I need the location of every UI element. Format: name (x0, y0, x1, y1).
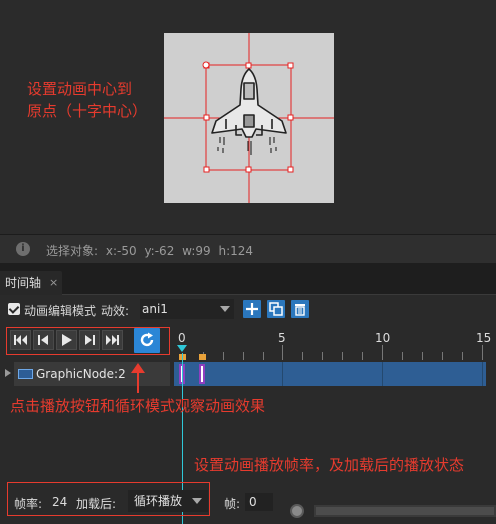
add-icon (246, 303, 258, 315)
ruler-tick (223, 352, 224, 360)
ruler-tick (462, 352, 463, 360)
ruler-label-10: 10 (375, 331, 391, 345)
delete-animation-button[interactable] (291, 300, 309, 318)
ruler-tick (402, 352, 403, 360)
selection-x: x:-50 (105, 244, 137, 258)
timeline-panel: 动画编辑模式 动效: ani1 0 5 10 15 GraphicNode:2 … (0, 295, 496, 524)
ruler-label-5: 5 (278, 331, 286, 345)
ruler-tick (362, 352, 363, 360)
track-name-label: GraphicNode:2 (36, 367, 126, 381)
ruler-tick (263, 352, 264, 360)
ruler-tick (442, 352, 443, 360)
ruler-tick (243, 352, 244, 360)
timeline-footer: 帧率: 24 加载后: 循环播放 帧: 0 (0, 480, 496, 524)
transport-highlight-box (6, 327, 170, 355)
ruler-tick (482, 345, 483, 360)
horizontal-scrollbar[interactable] (314, 505, 496, 517)
tab-timeline[interactable]: 时间轴 × (0, 271, 62, 295)
frame-gridline (282, 362, 283, 386)
rate-hint-annotation: 设置动画播放帧率，及加载后的播放状态 (194, 456, 465, 474)
panel-tab-strip: 时间轴 × (0, 263, 496, 295)
effect-select[interactable]: ani1 (140, 299, 234, 319)
info-icon: i (16, 242, 30, 256)
status-bar: i 选择对象: x:-50 y:-62 w:99 h:124 (0, 234, 496, 263)
track-timeline-bar[interactable] (174, 362, 486, 386)
graphic-node-icon (18, 369, 33, 379)
copy-icon (269, 302, 283, 316)
ruler-tick (382, 345, 383, 360)
frame-gridline (482, 362, 483, 386)
stage-canvas[interactable] (164, 33, 334, 203)
frame-label: 帧: (224, 497, 241, 511)
effect-select-value: ani1 (142, 302, 168, 316)
keyframe[interactable] (199, 364, 205, 384)
ruler-label-0: 0 (178, 331, 186, 345)
expand-arrow-icon[interactable] (5, 369, 11, 377)
center-annotation: 设置动画中心到 原点（十字中心） (27, 78, 147, 122)
track-row[interactable]: GraphicNode:2 (0, 360, 496, 388)
origin-handle (202, 61, 210, 69)
effect-label: 动效: (101, 304, 130, 318)
playhead-handle[interactable] (177, 345, 187, 352)
zoom-slider-knob[interactable] (290, 504, 304, 518)
ruler-tick (422, 352, 423, 360)
frame-input[interactable]: 0 (245, 493, 273, 511)
ruler-tick (342, 352, 343, 360)
frame-gridline (382, 362, 383, 386)
scene-view[interactable]: 设置动画中心到 原点（十字中心） (0, 0, 496, 234)
stage-svg (164, 33, 334, 203)
ruler-label-15: 15 (476, 331, 492, 345)
ruler-tick (322, 352, 323, 360)
center-annotation-line1: 设置动画中心到 (27, 80, 133, 98)
timeline-toolbar: 动画编辑模式 动效: ani1 (0, 295, 496, 323)
ruler-tick (302, 352, 303, 360)
edit-mode-label: 动画编辑模式 (24, 304, 97, 318)
selection-h: h:124 (218, 244, 254, 258)
scrollbar-thumb[interactable] (316, 507, 494, 515)
selection-w: w:99 (182, 244, 211, 258)
copy-animation-button[interactable] (267, 300, 285, 318)
add-animation-button[interactable] (243, 300, 261, 318)
ruler-tick (282, 345, 283, 360)
edit-mode-checkbox[interactable] (8, 303, 20, 315)
selection-prefix: 选择对象: (46, 244, 99, 258)
play-hint-annotation: 点击播放按钮和循环模式观察动画效果 (10, 397, 266, 415)
center-annotation-line2: 原点（十字中心） (27, 102, 148, 120)
frame-value: 0 (249, 495, 257, 509)
frame-ruler[interactable]: 0 5 10 15 (172, 325, 496, 361)
selection-y: y:-62 (144, 244, 175, 258)
delete-icon (295, 304, 305, 316)
footer-highlight-box (7, 482, 210, 516)
chevron-down-icon (220, 306, 230, 312)
close-icon[interactable]: × (49, 271, 58, 295)
tab-timeline-label: 时间轴 (5, 276, 42, 290)
selection-info: 选择对象: x:-50 y:-62 w:99 h:124 (46, 242, 257, 259)
annotation-arrow (131, 363, 145, 393)
